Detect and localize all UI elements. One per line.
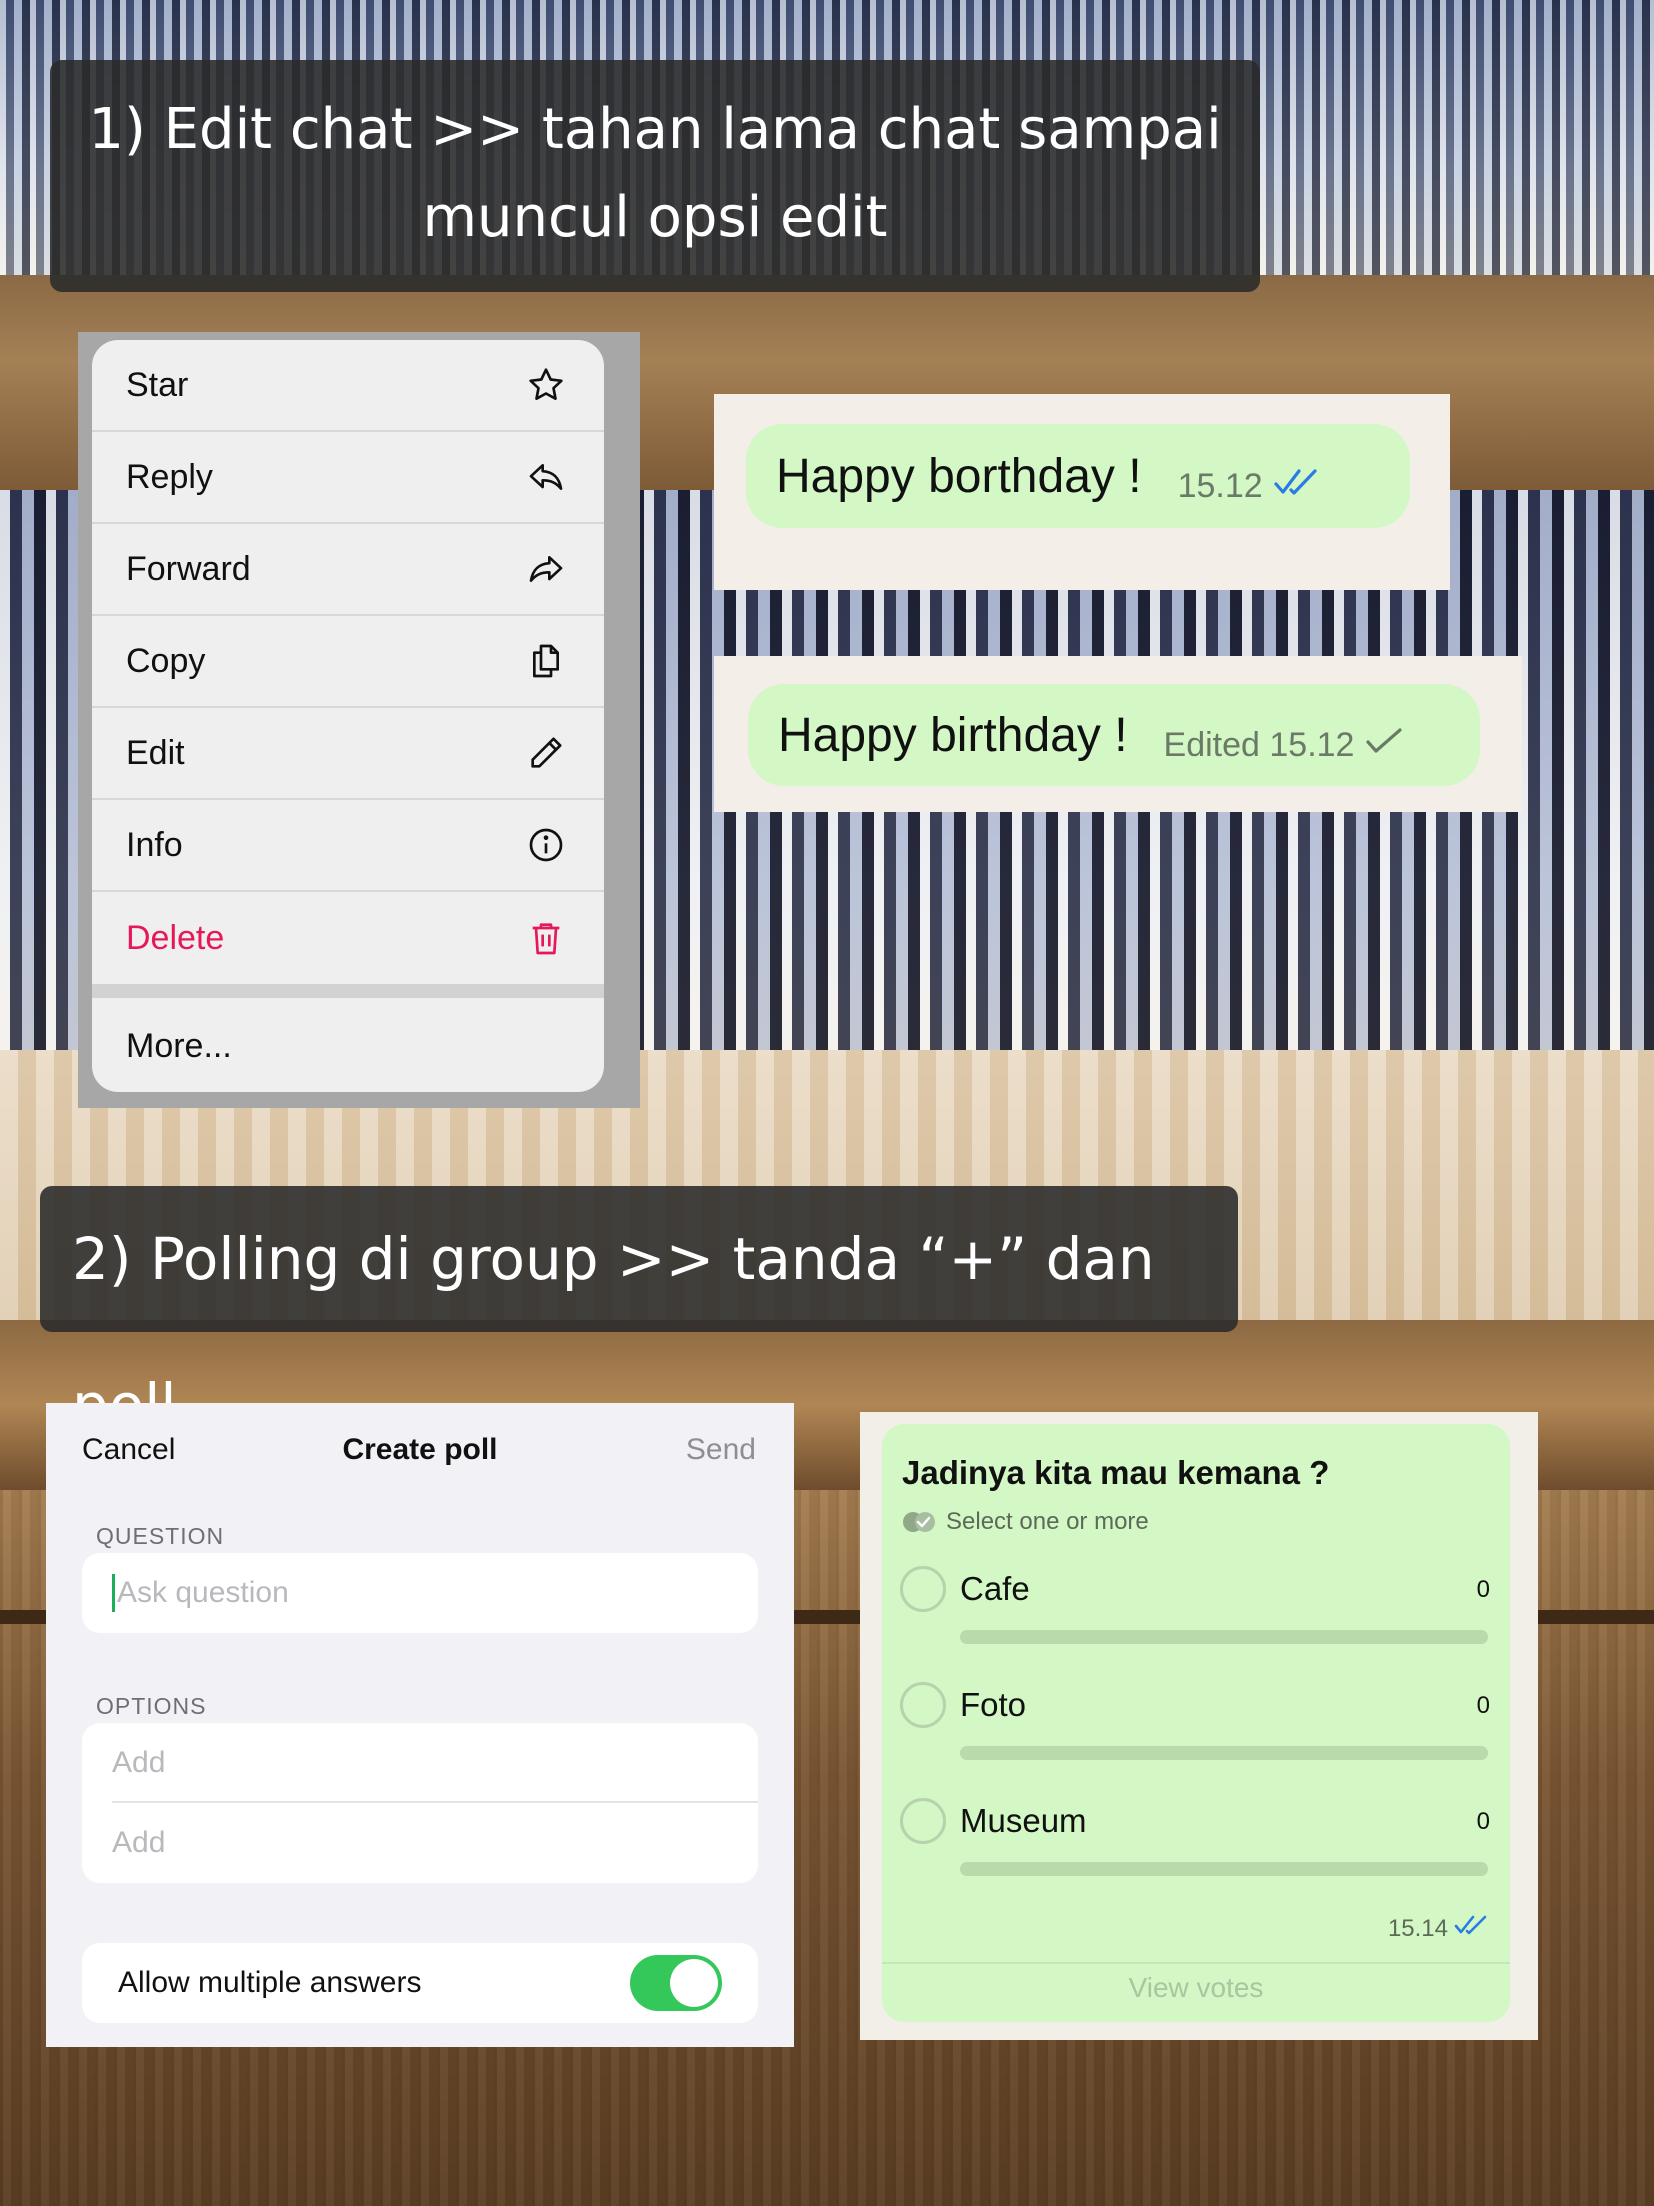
menu-item-label: Star (126, 365, 189, 404)
poll-radio[interactable] (900, 1566, 946, 1612)
toggle-knob (670, 1959, 718, 2007)
poll-radio[interactable] (900, 1798, 946, 1844)
message-bubble-edited[interactable]: Happy birthday ! Edited 15.12 (748, 684, 1480, 786)
message-time: 15.12 (1177, 466, 1263, 505)
question-section-label: QUESTION (96, 1523, 225, 1549)
option-input-2[interactable]: Add (82, 1803, 758, 1883)
message-edited-time: Edited 15.12 (1163, 725, 1355, 764)
poll-message-bubble: Jadinya kita mau kemana ? Select one or … (882, 1424, 1510, 2022)
text-caret (112, 1574, 115, 1612)
message-meta: Edited 15.12 (1164, 706, 1405, 765)
caption-polling: 2) Polling di group >> tanda “+” dan pol… (40, 1186, 1238, 1439)
question-card: Ask question (82, 1553, 758, 1633)
double-check-icon (1448, 1914, 1488, 1943)
caption-line-1: 1) Edit chat >> tahan lama chat sampai (88, 97, 1222, 162)
poll-option-bar (960, 1746, 1488, 1760)
check-icon (1354, 726, 1404, 765)
poll-option-label: Cafe (960, 1570, 1030, 1607)
caption-edit-chat: 1) Edit chat >> tahan lama chat sampai m… (50, 60, 1260, 292)
caption-line-2: muncul opsi edit (422, 185, 888, 250)
reply-icon (526, 457, 566, 497)
option-placeholder: Add (112, 1746, 166, 1779)
poll-option-label: Museum (960, 1802, 1087, 1839)
allow-multiple-card: Allow multiple answers (82, 1943, 758, 2023)
menu-item-label: Copy (126, 641, 206, 680)
option-placeholder: Add (112, 1826, 166, 1859)
message-text: Happy borthday ! (776, 449, 1142, 503)
forward-icon (526, 549, 566, 589)
multi-check-icon (902, 1511, 936, 1533)
poll-hint: Select one or more (902, 1508, 1149, 1536)
allow-multiple-row: Allow multiple answers (82, 1943, 758, 2023)
context-menu-screenshot: Star Reply Forward Copy Edit Info Delete… (78, 332, 640, 1108)
star-icon (526, 365, 566, 405)
options-section-label: OPTIONS (96, 1693, 207, 1719)
context-menu: Star Reply Forward Copy Edit Info Delete… (92, 340, 604, 1092)
poll-option-bar (960, 1862, 1488, 1876)
menu-item-label: Reply (126, 457, 213, 496)
send-button[interactable]: Send (686, 1433, 756, 1467)
poll-hint-text: Select one or more (946, 1508, 1149, 1535)
poll-question: Jadinya kita mau kemana ? (902, 1454, 1330, 1491)
poll-divider (882, 1962, 1510, 1964)
menu-item-delete[interactable]: Delete (92, 892, 604, 984)
option-input-1[interactable]: Add (82, 1723, 758, 1803)
poll-time-text: 15.14 (1387, 1914, 1448, 1942)
question-placeholder: Ask question (117, 1576, 289, 1609)
trash-icon (526, 918, 566, 958)
options-card: Add Add (82, 1723, 758, 1883)
chat-edited-screenshot: Happy birthday ! Edited 15.12 (714, 656, 1522, 812)
info-icon (526, 825, 566, 865)
poll-radio[interactable] (900, 1682, 946, 1728)
poll-option-count: 0 (1476, 1692, 1490, 1719)
copy-icon (526, 641, 566, 681)
poll-option-count: 0 (1476, 1808, 1490, 1835)
allow-multiple-toggle[interactable] (630, 1955, 722, 2011)
poll-option-museum[interactable]: Museum 0 (898, 1786, 1494, 1876)
menu-item-label: Forward (126, 549, 251, 588)
double-check-icon (1263, 467, 1321, 506)
menu-item-star[interactable]: Star (92, 340, 604, 432)
poll-time: 15.14 (1388, 1914, 1488, 1943)
message-meta: 15.12 (1178, 447, 1321, 506)
create-poll-screenshot: Cancel Create poll Send QUESTION Ask que… (46, 1403, 794, 2047)
menu-item-label: Info (126, 825, 183, 864)
menu-separator (92, 984, 604, 998)
poll-option-label: Foto (960, 1686, 1027, 1723)
pencil-icon (526, 733, 566, 773)
poll-option-bar (960, 1630, 1488, 1644)
question-input[interactable]: Ask question (82, 1553, 758, 1633)
page-title: Create poll (342, 1433, 498, 1466)
menu-item-label: Delete (126, 918, 225, 957)
poll-option-foto[interactable]: Foto 0 (898, 1670, 1494, 1760)
poll-option-count: 0 (1476, 1576, 1490, 1603)
message-bubble-original[interactable]: Happy borthday ! 15.12 (746, 424, 1410, 528)
poll-result-screenshot: Jadinya kita mau kemana ? Select one or … (860, 1412, 1538, 2040)
view-votes-button[interactable]: View votes (882, 1972, 1510, 2004)
allow-multiple-label: Allow multiple answers (118, 1966, 422, 1999)
menu-item-forward[interactable]: Forward (92, 524, 604, 616)
chat-original-screenshot: Happy borthday ! 15.12 (714, 394, 1450, 590)
menu-item-more[interactable]: More... (92, 998, 604, 1092)
menu-item-label: More... (126, 1026, 232, 1065)
menu-item-info[interactable]: Info (92, 800, 604, 892)
menu-item-copy[interactable]: Copy (92, 616, 604, 708)
create-poll-header: Cancel Create poll Send (46, 1425, 794, 1475)
menu-item-reply[interactable]: Reply (92, 432, 604, 524)
menu-item-label: Edit (126, 733, 185, 772)
menu-item-edit[interactable]: Edit (92, 708, 604, 800)
poll-option-cafe[interactable]: Cafe 0 (898, 1554, 1494, 1644)
message-text: Happy birthday ! (778, 708, 1128, 762)
